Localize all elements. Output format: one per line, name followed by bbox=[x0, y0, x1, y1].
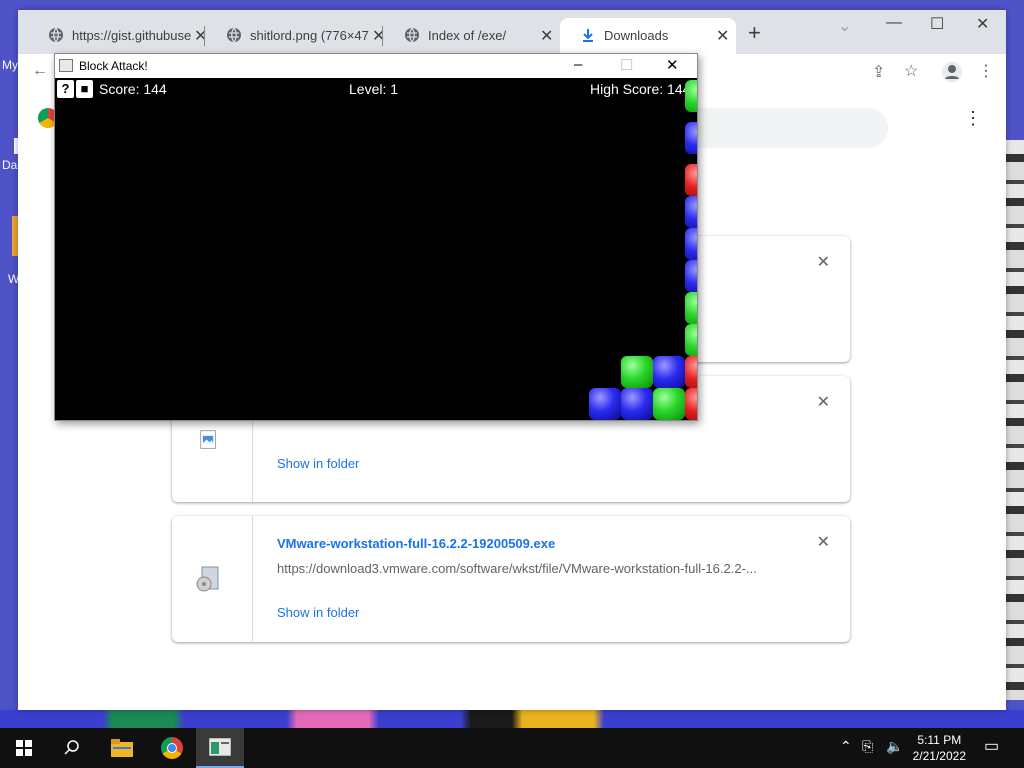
volume-icon[interactable]: 🔈 bbox=[886, 738, 903, 755]
download-icon bbox=[583, 29, 593, 42]
block bbox=[685, 356, 697, 388]
clock[interactable]: 5:11 PM 2/21/2022 bbox=[913, 732, 966, 764]
maximize-button[interactable]: ☐ bbox=[930, 14, 944, 34]
minimize-button[interactable]: — bbox=[886, 14, 902, 32]
tab-title: Downloads bbox=[604, 28, 669, 43]
chrome-logo-icon bbox=[161, 737, 183, 759]
app-window-icon bbox=[209, 738, 231, 756]
tab-strip: https://gist.githubuse ✕ shitlord.png (7… bbox=[18, 10, 1006, 54]
close-tab-icon[interactable]: ✕ bbox=[716, 26, 729, 46]
chrome-icon[interactable] bbox=[148, 728, 196, 768]
app-icon bbox=[59, 59, 73, 72]
tab-shitlord[interactable]: shitlord.png (776×47 ✕ bbox=[206, 18, 385, 54]
block bbox=[685, 80, 697, 112]
block bbox=[621, 388, 653, 420]
tab-index-exe[interactable]: Index of /exe/ ✕ bbox=[384, 18, 560, 54]
remove-download-icon[interactable]: ✕ bbox=[817, 532, 830, 552]
download-item: VMware-workstation-full-16.2.2-19200509.… bbox=[172, 516, 850, 642]
block-attack-window: Block Attack! – ☐ ✕ ? ■ Score: 144 Level… bbox=[54, 53, 698, 421]
tab-title: shitlord.png (776×47 bbox=[250, 28, 369, 43]
close-tab-icon[interactable]: ✕ bbox=[540, 26, 553, 46]
close-window-button[interactable]: ✕ bbox=[976, 14, 989, 34]
maximize-button[interactable]: ☐ bbox=[620, 56, 633, 74]
block bbox=[685, 196, 697, 228]
show-in-folder-link[interactable]: Show in folder bbox=[277, 456, 359, 471]
download-filename[interactable]: VMware-workstation-full-16.2.2-19200509.… bbox=[277, 536, 555, 551]
block-attack-icon[interactable] bbox=[196, 728, 244, 768]
game-board[interactable]: ? ■ Score: 144 Level: 1 High Score: 144 bbox=[55, 78, 697, 420]
score-display: Score: 144 bbox=[99, 81, 167, 97]
magnifier-icon bbox=[64, 740, 79, 755]
globe-icon bbox=[49, 27, 63, 43]
game-titlebar[interactable]: Block Attack! – ☐ ✕ bbox=[55, 54, 697, 78]
tab-gist[interactable]: https://gist.githubuse ✕ bbox=[28, 18, 207, 54]
block bbox=[685, 388, 697, 420]
show-in-folder-link[interactable]: Show in folder bbox=[277, 605, 359, 620]
block bbox=[653, 356, 685, 388]
close-button[interactable]: ✕ bbox=[666, 56, 679, 74]
taskbar: ⌃ ⎘ 🔈 5:11 PM 2/21/2022 ▭ bbox=[0, 728, 1024, 768]
tab-title: Index of /exe/ bbox=[428, 28, 507, 43]
remove-download-icon[interactable]: ✕ bbox=[817, 252, 830, 272]
chevron-up-icon[interactable]: ⌃ bbox=[840, 738, 852, 755]
remove-download-icon[interactable]: ✕ bbox=[817, 392, 830, 412]
profile-avatar[interactable] bbox=[942, 62, 962, 82]
folder-icon bbox=[111, 739, 133, 757]
help-button[interactable]: ? bbox=[57, 80, 74, 98]
windows-start-icon[interactable] bbox=[0, 728, 48, 768]
globe-icon bbox=[405, 27, 419, 43]
download-url: https://download3.vmware.com/software/wk… bbox=[277, 561, 757, 576]
installer-file-icon bbox=[196, 566, 219, 592]
block bbox=[685, 164, 697, 196]
block bbox=[685, 292, 697, 324]
image-file-icon bbox=[200, 430, 216, 449]
block bbox=[685, 228, 697, 260]
high-score-display: High Score: 144 bbox=[590, 81, 691, 97]
block bbox=[685, 324, 697, 356]
clock-date: 2/21/2022 bbox=[912, 749, 966, 763]
person-icon bbox=[945, 65, 959, 79]
divider bbox=[252, 516, 253, 642]
file-explorer-icon[interactable] bbox=[98, 728, 146, 768]
tab-search-icon[interactable]: ⌄ bbox=[838, 16, 851, 36]
notifications-icon[interactable]: ▭ bbox=[984, 736, 999, 756]
tab-title: https://gist.githubuse bbox=[72, 28, 192, 43]
block bbox=[621, 356, 653, 388]
clock-time: 5:11 PM bbox=[917, 733, 962, 747]
block bbox=[685, 122, 697, 154]
chrome-menu-icon[interactable]: ⋮ bbox=[978, 61, 994, 81]
window-title: Block Attack! bbox=[79, 59, 148, 73]
back-arrow-icon[interactable]: ← bbox=[32, 62, 48, 80]
desktop-icon-label[interactable]: My bbox=[2, 58, 18, 72]
wallpaper bbox=[0, 710, 1024, 728]
block bbox=[653, 388, 685, 420]
minimize-button[interactable]: – bbox=[574, 56, 582, 73]
new-tab-button[interactable]: + bbox=[748, 22, 761, 44]
tab-separator bbox=[204, 26, 205, 46]
bookmark-star-icon[interactable]: ☆ bbox=[904, 61, 918, 81]
block bbox=[589, 388, 621, 420]
background-window-edge bbox=[1006, 140, 1024, 700]
block bbox=[685, 260, 697, 292]
globe-icon bbox=[227, 27, 241, 43]
tab-separator bbox=[382, 26, 383, 46]
stop-button[interactable]: ■ bbox=[76, 80, 93, 98]
windows-logo-icon bbox=[16, 740, 32, 756]
level-display: Level: 1 bbox=[349, 81, 399, 97]
network-icon[interactable]: ⎘ bbox=[862, 738, 873, 755]
share-icon[interactable]: ⇪ bbox=[872, 62, 885, 82]
desktop-icon-label[interactable]: Da bbox=[2, 158, 17, 172]
tab-downloads[interactable]: Downloads ✕ bbox=[560, 18, 736, 54]
more-actions-icon[interactable]: ⋮ bbox=[964, 108, 982, 129]
search-icon[interactable] bbox=[48, 728, 96, 768]
